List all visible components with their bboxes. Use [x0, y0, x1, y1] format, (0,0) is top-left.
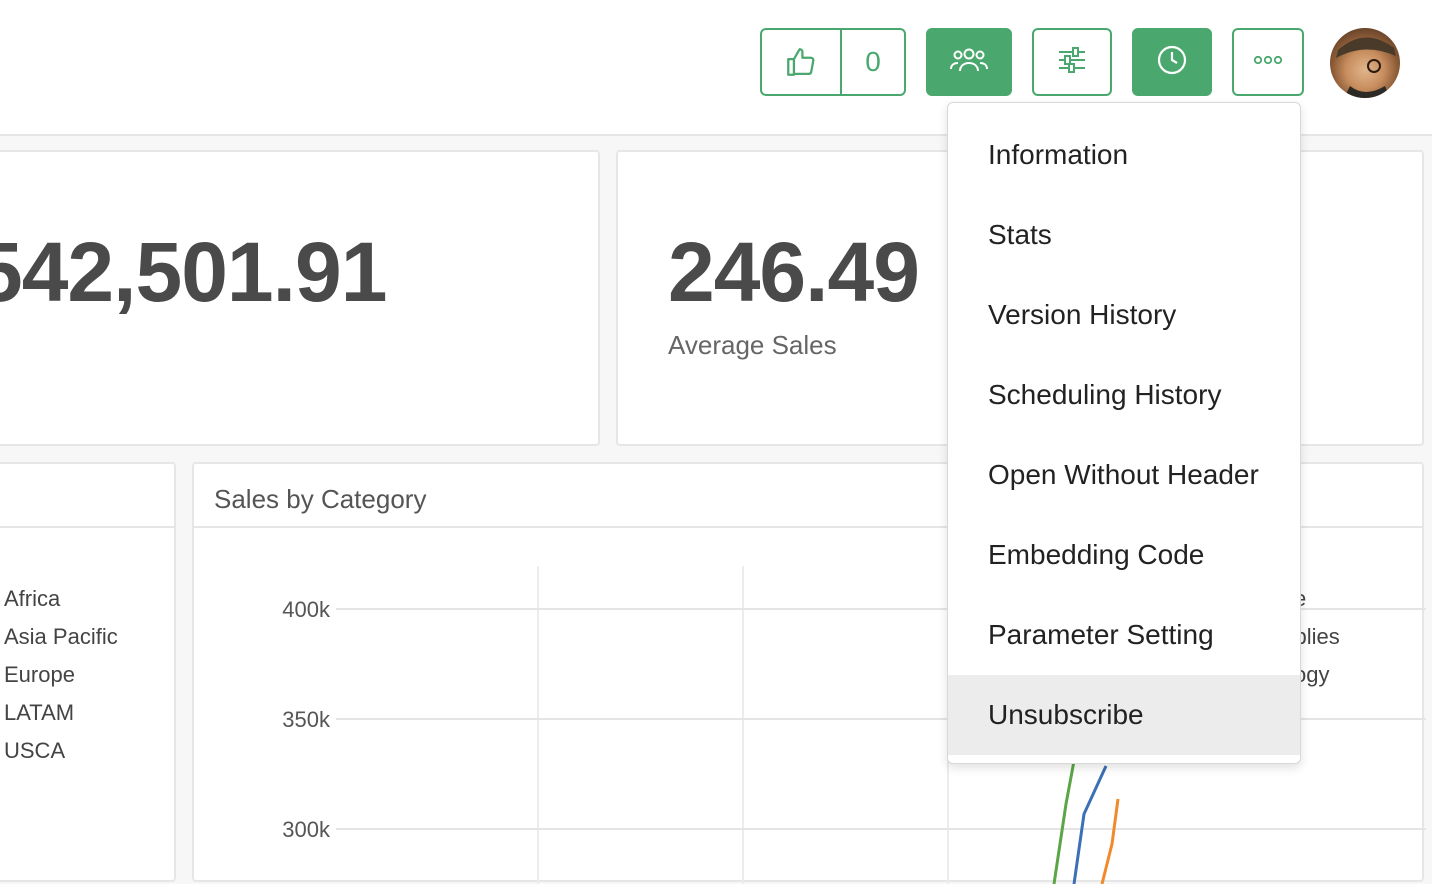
region-legend: Africa Asia Pacific Europe LATAM USCA: [4, 580, 118, 770]
legend-item[interactable]: Asia Pacific: [4, 618, 118, 656]
total-sales-card: 542,501.91: [0, 150, 600, 446]
panel-header-divider: [0, 526, 174, 528]
users-icon: [950, 45, 988, 80]
average-sales-card: 246.49 Average Sales: [616, 150, 996, 446]
average-sales-label: Average Sales: [668, 330, 837, 360]
schedule-button[interactable]: [1132, 28, 1212, 96]
legend-item[interactable]: Africa: [4, 580, 118, 618]
more-options-menu: Information Stats Version History Schedu…: [947, 102, 1301, 764]
menu-item-stats[interactable]: Stats: [948, 195, 1300, 275]
menu-item-parameter-setting[interactable]: Parameter Setting: [948, 595, 1300, 675]
legend-item[interactable]: USCA: [4, 732, 118, 770]
menu-item-scheduling-history[interactable]: Scheduling History: [948, 355, 1300, 435]
sales-by-region-panel: Africa Asia Pacific Europe LATAM USCA: [0, 462, 176, 882]
series-line-2: [1072, 765, 1108, 884]
share-users-button[interactable]: [926, 28, 1012, 96]
thumbs-up-icon[interactable]: [762, 30, 842, 94]
like-button-group[interactable]: 0: [760, 28, 906, 96]
menu-item-open-without-header[interactable]: Open Without Header: [948, 435, 1300, 515]
legend-item[interactable]: Europe: [4, 656, 118, 694]
y-tick-label: 350k: [282, 707, 331, 732]
user-avatar[interactable]: [1330, 28, 1400, 98]
legend-item[interactable]: LATAM: [4, 694, 118, 732]
more-options-button[interactable]: [1232, 28, 1304, 96]
y-tick-label: 400k: [282, 597, 331, 622]
like-count[interactable]: 0: [842, 30, 904, 94]
series-line-3: [1100, 798, 1120, 884]
menu-item-information[interactable]: Information: [948, 115, 1300, 195]
average-sales-value: 246.49: [668, 225, 920, 319]
clock-icon: [1156, 44, 1188, 81]
menu-item-unsubscribe[interactable]: Unsubscribe: [948, 675, 1300, 755]
parameters-button[interactable]: [1032, 28, 1112, 96]
total-sales-value: 542,501.91: [0, 225, 387, 319]
menu-item-version-history[interactable]: Version History: [948, 275, 1300, 355]
more-icon: [1253, 53, 1283, 71]
sliders-icon: [1057, 45, 1087, 80]
menu-item-embedding-code[interactable]: Embedding Code: [948, 515, 1300, 595]
y-tick-label: 300k: [282, 817, 331, 842]
